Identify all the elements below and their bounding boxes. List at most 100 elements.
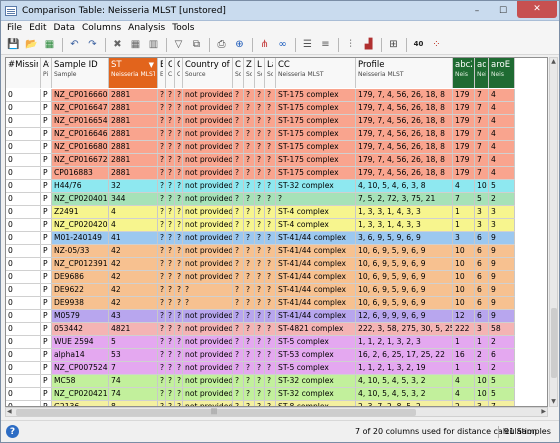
sample-id-cell[interactable]: NZ_CP020420 xyxy=(52,219,109,231)
country-cell[interactable]: not provided xyxy=(183,310,233,322)
c-cell[interactable]: ? xyxy=(175,284,183,296)
abc-allele-cell[interactable]: 3 xyxy=(453,232,475,244)
source-cell[interactable]: ? xyxy=(265,115,276,127)
country-cell[interactable]: ? xyxy=(183,297,233,309)
ci-cell[interactable]: ? xyxy=(166,219,175,231)
ci-cell[interactable]: ? xyxy=(166,310,175,322)
menu-item-columns[interactable]: Columns xyxy=(82,23,121,33)
st-cell[interactable]: 42 xyxy=(109,284,158,296)
source-cell[interactable]: ? xyxy=(255,284,265,296)
aroe-allele-cell[interactable]: 9 xyxy=(489,310,515,322)
source-cell[interactable]: ? xyxy=(244,258,255,270)
country-cell[interactable]: not provided xyxy=(183,206,233,218)
adl-allele-cell[interactable]: 7 xyxy=(475,89,489,101)
table-row[interactable]: 0 P NZ_CP016646 2881??? not provided???? ST-1… xyxy=(6,128,515,141)
c-cell[interactable]: ? xyxy=(175,206,183,218)
column-header[interactable]: CC Neisseria MLST xyxy=(276,58,356,88)
source-cell[interactable]: ? xyxy=(265,128,276,140)
country-cell[interactable]: not provided xyxy=(183,128,233,140)
sample-id-cell[interactable]: 053442 xyxy=(52,323,109,335)
adl-allele-cell[interactable]: 6 xyxy=(475,271,489,283)
ci-cell[interactable]: ? xyxy=(166,115,175,127)
source-cell[interactable]: ? xyxy=(255,297,265,309)
e-cell[interactable]: ? xyxy=(158,102,166,114)
c-cell[interactable]: ? xyxy=(175,349,183,361)
column-header[interactable]: LaSo xyxy=(265,58,276,88)
e-cell[interactable]: ? xyxy=(158,154,166,166)
ci-cell[interactable]: ? xyxy=(166,141,175,153)
profile-cell[interactable]: 179, 7, 4, 56, 26, 18, 8 xyxy=(356,115,453,127)
source-cell[interactable]: ? xyxy=(255,141,265,153)
adl-allele-cell[interactable]: 3 xyxy=(475,219,489,231)
source-cell[interactable]: ? xyxy=(233,258,244,270)
st-cell[interactable]: 2881 xyxy=(109,154,158,166)
menu-item-edit[interactable]: Edit xyxy=(29,23,46,33)
e-cell[interactable]: ? xyxy=(158,245,166,257)
e-cell[interactable]: ? xyxy=(158,297,166,309)
adl-allele-cell[interactable]: 7 xyxy=(475,167,489,179)
abc-allele-cell[interactable]: 10 xyxy=(453,245,475,257)
clonal-complex-cell[interactable]: ST-4 complex xyxy=(276,219,356,231)
table-row[interactable]: 0 P NZ_CP020420 4??? not provided???? ST-4 co… xyxy=(6,219,515,232)
aroe-allele-cell[interactable]: 9 xyxy=(489,245,515,257)
c-cell[interactable]: ? xyxy=(175,219,183,231)
profile-cell[interactable]: 10, 6, 9, 5, 9, 6, 9 xyxy=(356,245,453,257)
c-cell[interactable]: ? xyxy=(175,141,183,153)
country-cell[interactable]: not provided xyxy=(183,219,233,231)
save-icon[interactable]: 💾 xyxy=(6,37,21,52)
st-cell[interactable]: 4 xyxy=(109,219,158,231)
st-cell[interactable]: 42 xyxy=(109,245,158,257)
source-cell[interactable]: ? xyxy=(265,349,276,361)
availability-cell[interactable]: P xyxy=(41,271,52,283)
country-cell[interactable]: not provided xyxy=(183,154,233,166)
source-cell[interactable]: ? xyxy=(265,206,276,218)
source-cell[interactable]: ? xyxy=(244,154,255,166)
abc-allele-cell[interactable]: 179 xyxy=(453,167,475,179)
e-cell[interactable]: ? xyxy=(158,336,166,348)
print-icon[interactable]: ⎙ xyxy=(214,37,229,52)
sample-id-cell[interactable]: M0579 xyxy=(52,310,109,322)
source-cell[interactable]: ? xyxy=(244,323,255,335)
missing-values-cell[interactable]: 0 xyxy=(6,323,41,335)
availability-cell[interactable]: P xyxy=(41,141,52,153)
st-cell[interactable]: 42 xyxy=(109,297,158,309)
st-cell[interactable]: 43 xyxy=(109,310,158,322)
st-cell[interactable]: 4 xyxy=(109,206,158,218)
source-cell[interactable]: ? xyxy=(255,128,265,140)
source-cell[interactable]: ? xyxy=(265,141,276,153)
scroll-down-icon[interactable]: ▼ xyxy=(550,398,557,406)
table-row[interactable]: 0 P NZ_CP016680 2881??? not provided???? ST-1… xyxy=(6,141,515,154)
ci-cell[interactable]: ? xyxy=(166,167,175,179)
adl-allele-cell[interactable]: 10 xyxy=(475,180,489,192)
e-cell[interactable]: ? xyxy=(158,388,166,400)
e-cell[interactable]: ? xyxy=(158,232,166,244)
missing-values-cell[interactable]: 0 xyxy=(6,128,41,140)
abc-allele-cell[interactable]: 16 xyxy=(453,349,475,361)
country-cell[interactable]: not provided xyxy=(183,388,233,400)
source-cell[interactable]: ? xyxy=(244,297,255,309)
abc-allele-cell[interactable]: 179 xyxy=(453,89,475,101)
column-header[interactable]: ClCi xyxy=(166,58,175,88)
source-cell[interactable]: ? xyxy=(255,232,265,244)
source-cell[interactable]: ? xyxy=(233,219,244,231)
abc-allele-cell[interactable]: 4 xyxy=(453,388,475,400)
source-cell[interactable]: ? xyxy=(255,336,265,348)
horizontal-scrollbar[interactable]: ◀ ||| ▶ xyxy=(5,407,548,417)
sort-descending-icon[interactable]: ▼ xyxy=(149,61,154,69)
source-cell[interactable]: ? xyxy=(233,180,244,192)
abc-allele-cell[interactable]: 222 xyxy=(453,323,475,335)
abc-allele-cell[interactable]: 4 xyxy=(453,375,475,387)
missing-values-cell[interactable]: 0 xyxy=(6,336,41,348)
clonal-complex-cell[interactable]: ST-41/44 complex xyxy=(276,310,356,322)
table-row[interactable]: 0 P NZ_CP016647 2881??? not provided???? ST-1… xyxy=(6,102,515,115)
ci-cell[interactable]: ? xyxy=(166,323,175,335)
source-cell[interactable]: ? xyxy=(255,89,265,101)
source-cell[interactable]: ? xyxy=(255,258,265,270)
source-cell[interactable]: ? xyxy=(233,115,244,127)
source-cell[interactable]: ? xyxy=(244,245,255,257)
abc-allele-cell[interactable]: 179 xyxy=(453,128,475,140)
country-cell[interactable]: not provided xyxy=(183,102,233,114)
e-cell[interactable]: ? xyxy=(158,193,166,205)
source-cell[interactable]: ? xyxy=(244,232,255,244)
source-cell[interactable]: ? xyxy=(265,89,276,101)
